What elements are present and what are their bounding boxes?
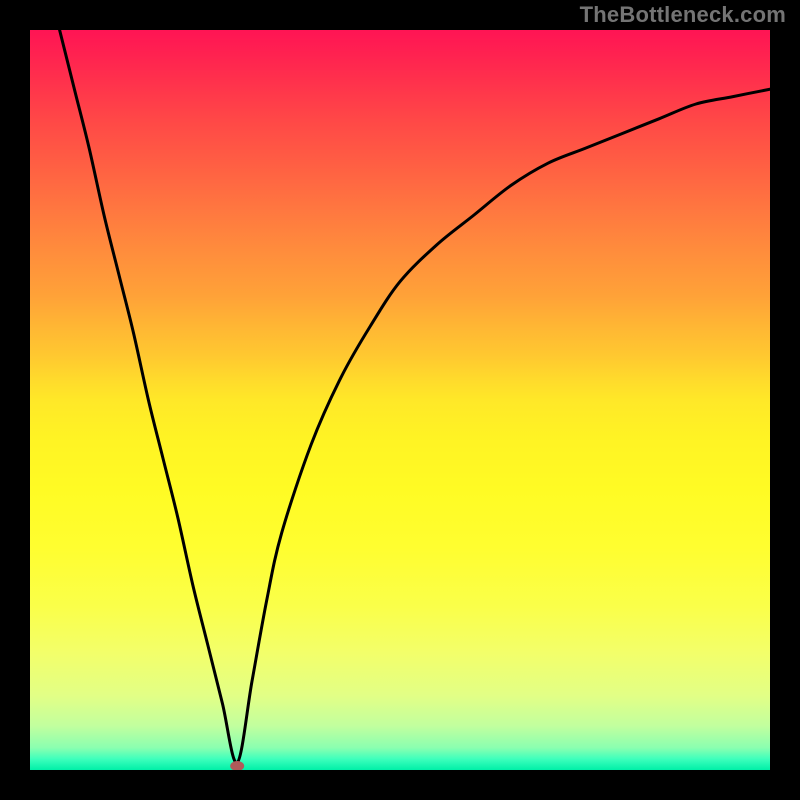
- chart-frame: TheBottleneck.com: [0, 0, 800, 800]
- bottleneck-curve: [60, 30, 770, 763]
- cusp-marker: [230, 761, 244, 770]
- watermark-text: TheBottleneck.com: [580, 2, 786, 28]
- curve-svg: [30, 30, 770, 770]
- plot-area: [30, 30, 770, 770]
